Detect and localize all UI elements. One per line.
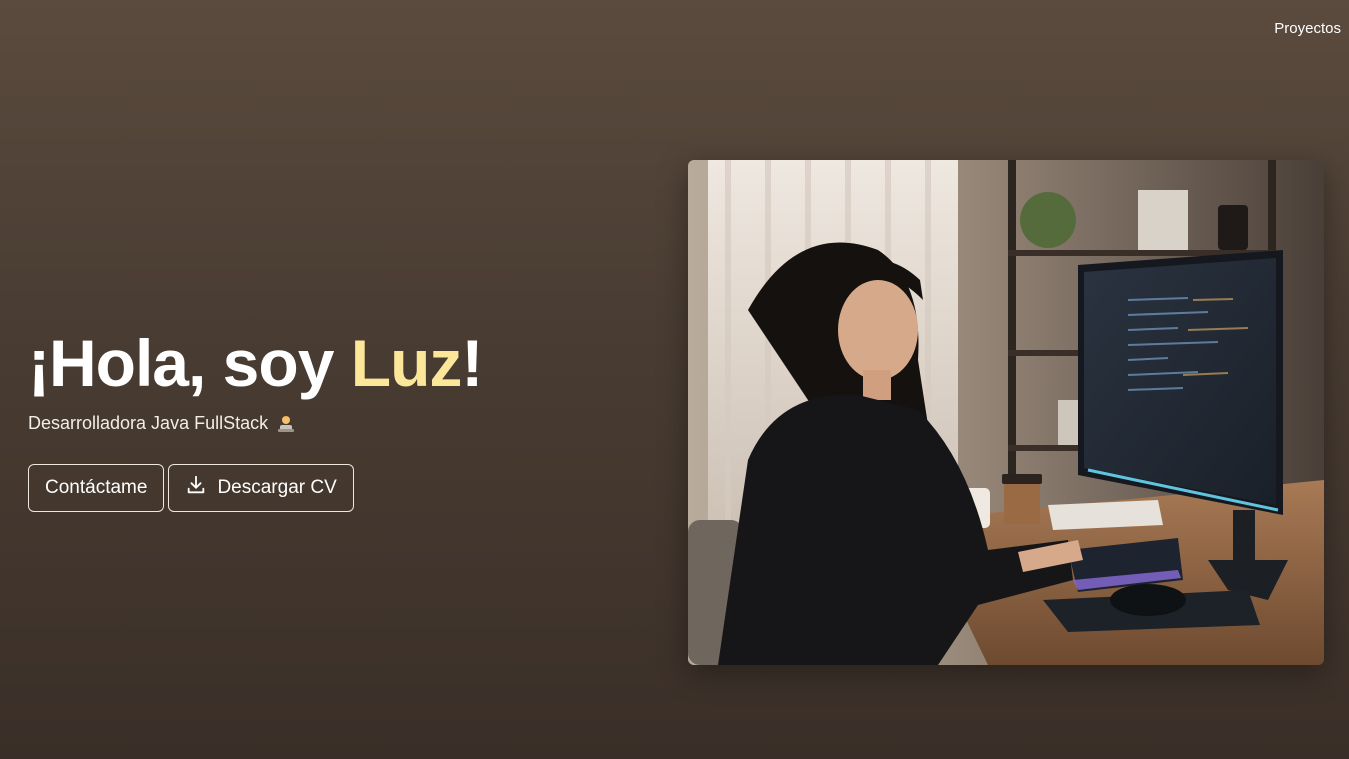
greeting-prefix: ¡Hola, soy bbox=[28, 326, 351, 400]
download-button-label: Descargar CV bbox=[217, 477, 337, 498]
technologist-icon bbox=[276, 414, 296, 434]
nav-link-projects[interactable]: Proyectos bbox=[1274, 20, 1341, 37]
hero-title: ¡Hola, soy Luz! bbox=[28, 325, 483, 401]
contact-button-label: Contáctame bbox=[45, 477, 148, 498]
subtitle-text: Desarrolladora Java FullStack bbox=[28, 413, 269, 433]
download-icon bbox=[185, 474, 207, 502]
greeting-suffix: ! bbox=[461, 326, 483, 400]
download-cv-button[interactable]: Descargar CV bbox=[168, 464, 354, 512]
hero-name: Luz bbox=[350, 326, 463, 400]
hero-subtitle: Desarrolladora Java FullStack bbox=[28, 413, 482, 434]
hero-text: ¡Hola, soy Luz! Desarrolladora Java Full… bbox=[28, 325, 483, 434]
hero-photo bbox=[688, 160, 1324, 665]
hero-buttons: Contáctame Descargar CV bbox=[28, 464, 354, 512]
contact-button[interactable]: Contáctame bbox=[28, 464, 165, 512]
monitor-screen bbox=[1084, 258, 1276, 505]
